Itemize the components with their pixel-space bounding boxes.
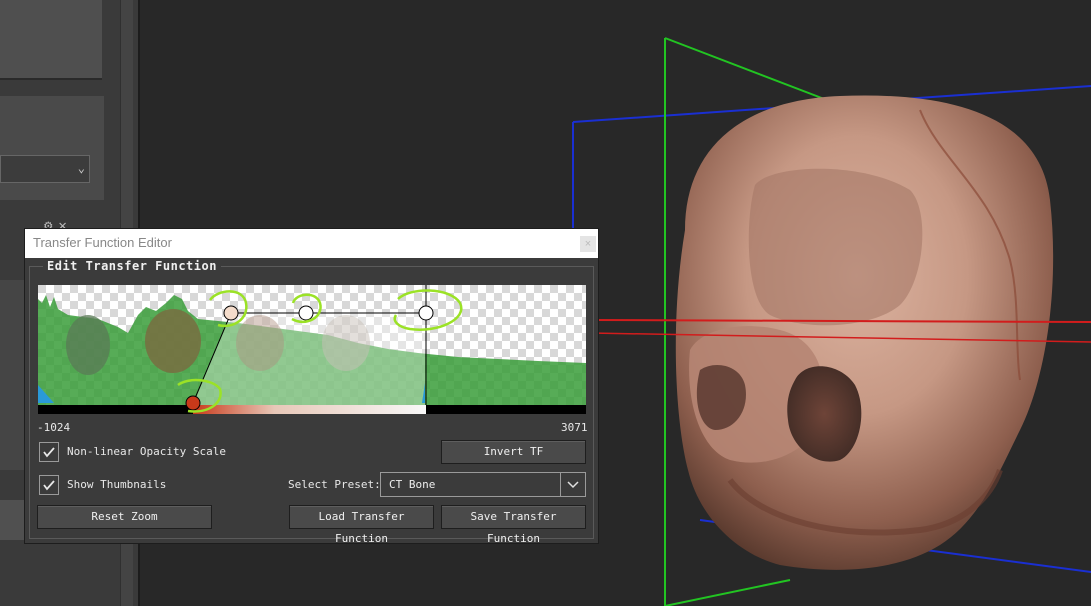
tf-range-min: -1024 [37,421,71,434]
panel-block [0,96,104,200]
thumbnail-soft-bone [236,315,284,371]
close-icon[interactable]: × [580,236,596,252]
nonlinear-opacity-label: Non-linear Opacity Scale [67,445,226,458]
thumbnail-bone [322,315,370,371]
skull-fontanelle [748,168,923,326]
save-tf-button[interactable]: Save Transfer Function [441,505,586,545]
transfer-function-dialog: Transfer Function Editor × Edit Transfer… [24,228,599,545]
load-tf-button[interactable]: Load Transfer Function [289,505,434,545]
invert-tf-button[interactable]: Invert TF [441,440,586,464]
transfer-function-canvas[interactable] [38,285,586,414]
tf-color-ramp [193,405,426,414]
thumbnail-muscle [145,309,201,373]
show-thumbnails-label: Show Thumbnails [67,478,167,491]
thumbnail-skin [66,315,110,375]
control-point-selected [185,395,201,411]
dialog-titlebar[interactable]: Transfer Function Editor × [25,229,598,258]
panel-dropdown[interactable]: ⌄ [0,155,90,183]
slice-plane-green [664,579,791,606]
chevron-down-icon: ⌄ [77,161,85,175]
preset-value: CT Bone [389,478,436,491]
show-thumbnails-checkbox[interactable] [39,475,59,495]
chevron-down-icon[interactable] [560,473,585,496]
panel-block [0,0,102,80]
dialog-title: Transfer Function Editor [33,235,172,250]
control-point [298,305,314,321]
slice-plane-green [664,37,841,106]
check-icon [43,480,55,491]
control-point [223,305,239,321]
group-title: Edit Transfer Function [43,259,221,273]
preset-select[interactable]: CT Bone [380,472,586,497]
check-icon [43,447,55,458]
preset-label: Select Preset: [288,478,381,491]
tf-range-max: 3071 [561,421,588,434]
nonlinear-opacity-checkbox[interactable] [39,442,59,462]
control-point [418,305,434,321]
reset-zoom-button[interactable]: Reset Zoom [37,505,212,529]
